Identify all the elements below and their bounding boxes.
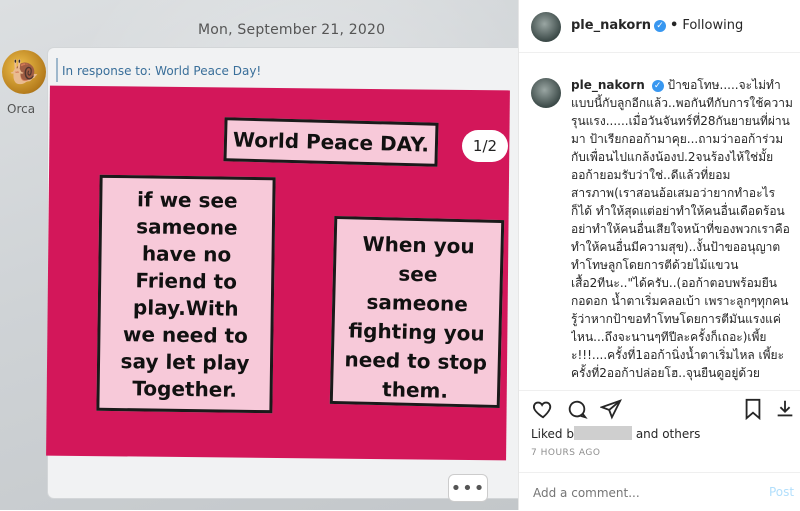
following-button[interactable]: Following [682, 18, 743, 33]
liked-by-others-link[interactable]: and others [636, 427, 701, 441]
share-icon[interactable] [599, 397, 623, 421]
caption-username[interactable]: ple_nakorn [571, 78, 645, 92]
likes-line: Liked b and others [531, 426, 700, 441]
download-icon[interactable] [773, 397, 797, 421]
header-user-line: ple_nakorn ✓ • Following [571, 18, 743, 33]
bookmark-icon[interactable] [741, 397, 765, 421]
avatar[interactable] [531, 12, 561, 42]
verified-icon: ✓ [654, 20, 666, 32]
reply-reference: In response to: World Peace Day! [62, 64, 262, 78]
heart-icon[interactable] [531, 397, 555, 421]
comment-bar: Post [519, 472, 800, 511]
more-options-button: ••• [448, 474, 488, 502]
blurred-username [573, 426, 632, 440]
comment-input[interactable] [531, 485, 755, 501]
slide-card-right: When you see sameone fighting you need t… [329, 215, 505, 409]
comment-icon[interactable] [565, 397, 589, 421]
verified-icon: ✓ [651, 80, 664, 92]
post-header: ple_nakorn ✓ • Following [519, 0, 800, 53]
slide-card-left: if we see sameone have no Friend to play… [96, 174, 276, 414]
action-bar [519, 390, 800, 427]
separator-dot: • [670, 18, 679, 33]
slide-page-badge: 1/2 [462, 130, 508, 162]
liked-by-prefix: Liked b [531, 427, 574, 441]
snail-icon: 🐌 [2, 50, 46, 94]
post-side-panel: ple_nakorn ✓ • Following ple_nakorn ✓ ป้าขอ… [518, 0, 800, 510]
timestamp[interactable]: 7 HOURS AGO [531, 448, 600, 458]
slide-title: World Peace DAY. [223, 117, 439, 167]
post-button[interactable]: Post [769, 485, 794, 499]
caption-body: ป้าขอโทษ.....จะไม่ทำแบบนี้กับลูกอีกแล้ว.… [571, 78, 793, 380]
username-link[interactable]: ple_nakorn [571, 18, 651, 33]
post-photo[interactable]: Mon, September 21, 2020 🐌 Orca In respon… [0, 0, 518, 510]
reply-indicator [56, 58, 58, 82]
message-date: Mon, September 21, 2020 [198, 22, 386, 38]
caption-avatar[interactable] [531, 78, 561, 108]
sender-name: Orca [7, 102, 36, 116]
caption-text: ple_nakorn ✓ ป้าขอโทษ.....จะไม่ทำแบบนี้ก… [571, 76, 793, 382]
